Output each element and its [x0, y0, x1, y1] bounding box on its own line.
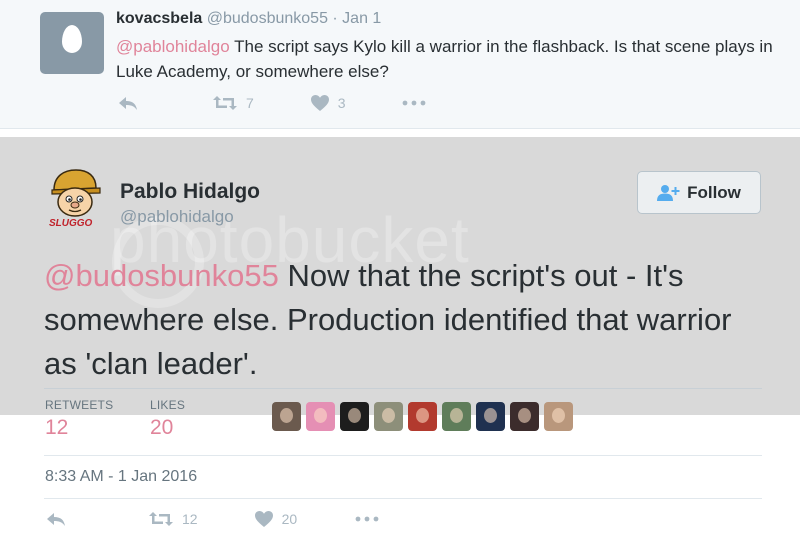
- heart-icon: [310, 95, 329, 111]
- tweet-mention[interactable]: @budosbunko55: [44, 258, 279, 293]
- retweet-icon: [213, 96, 237, 110]
- follow-label: Follow: [687, 182, 741, 202]
- liker-avatar[interactable]: [306, 402, 335, 431]
- liker-avatar[interactable]: [476, 402, 505, 431]
- liker-avatar-face: [450, 408, 463, 423]
- likes-stat[interactable]: LIKES 20: [150, 398, 185, 440]
- author-avatar[interactable]: SLUGGO: [42, 166, 108, 230]
- retweet-icon: [149, 512, 173, 526]
- more-button[interactable]: [355, 516, 379, 522]
- retweets-stat[interactable]: RETWEETS 12: [45, 398, 113, 440]
- retweet-count: 12: [182, 511, 198, 527]
- liker-avatar-face: [382, 408, 395, 423]
- more-icon: [355, 516, 379, 522]
- liker-avatar[interactable]: [340, 402, 369, 431]
- like-button[interactable]: 3: [310, 94, 346, 112]
- liker-avatar-face: [552, 408, 565, 423]
- liker-avatar-face: [348, 408, 361, 423]
- reply-tweet: kovacsbela @budosbunko55 · Jan 1 @pabloh…: [0, 0, 800, 129]
- more-icon: [402, 100, 425, 106]
- likes-count: 20: [150, 416, 174, 439]
- author-name[interactable]: Pablo Hidalgo: [120, 180, 260, 204]
- like-count: 3: [337, 95, 346, 111]
- tweet-timestamp[interactable]: 8:33 AM - 1 Jan 2016: [45, 468, 197, 486]
- liker-avatar[interactable]: [272, 402, 301, 431]
- likers-list: [272, 402, 573, 431]
- reply-actions: 7 3: [118, 94, 426, 112]
- reply-button[interactable]: [46, 511, 66, 527]
- retweets-count: 12: [45, 416, 69, 439]
- heart-icon: [254, 511, 273, 527]
- retweet-button[interactable]: 7: [212, 95, 254, 111]
- liker-avatar[interactable]: [510, 402, 539, 431]
- retweet-button[interactable]: 12: [148, 511, 198, 527]
- liker-avatar-face: [280, 408, 293, 423]
- likes-label: LIKES: [150, 398, 186, 412]
- tweet-actions: 12 20: [46, 510, 379, 528]
- liker-avatar-face: [518, 408, 531, 423]
- divider: [44, 388, 762, 389]
- author-handle[interactable]: @pablohidalgo: [120, 207, 234, 227]
- liker-avatar-face: [484, 408, 497, 423]
- reply-mention[interactable]: @pablohidalgo: [116, 37, 230, 56]
- follow-button[interactable]: Follow: [637, 171, 761, 214]
- reply-author-name[interactable]: kovacsbela: [116, 10, 202, 27]
- divider: [44, 455, 762, 456]
- reply-author-meta[interactable]: @budosbunko55 · Jan 1: [207, 10, 382, 27]
- retweets-label: RETWEETS: [45, 398, 114, 412]
- reply-icon: [119, 97, 137, 110]
- follow-person-icon: [657, 184, 680, 201]
- reply-header: kovacsbela @budosbunko55 · Jan 1: [116, 10, 381, 28]
- liker-avatar-face: [314, 408, 327, 423]
- tweet-text: @budosbunko55 Now that the script's out …: [44, 254, 764, 386]
- reply-button[interactable]: [118, 95, 138, 111]
- reply-text: @pablohidalgo The script says Kylo kill …: [116, 34, 776, 84]
- svg-text:SLUGGO: SLUGGO: [49, 218, 93, 229]
- liker-avatar[interactable]: [442, 402, 471, 431]
- like-count: 20: [281, 511, 298, 527]
- divider: [44, 498, 762, 499]
- liker-avatar[interactable]: [374, 402, 403, 431]
- default-avatar[interactable]: [40, 12, 104, 74]
- liker-avatar[interactable]: [544, 402, 573, 431]
- liker-avatar[interactable]: [408, 402, 437, 431]
- retweet-count: 7: [246, 95, 254, 111]
- more-button[interactable]: [402, 100, 426, 106]
- liker-avatar-face: [416, 408, 429, 423]
- like-button[interactable]: 20: [254, 510, 298, 528]
- egg-icon: [62, 25, 82, 53]
- reply-icon: [47, 513, 65, 526]
